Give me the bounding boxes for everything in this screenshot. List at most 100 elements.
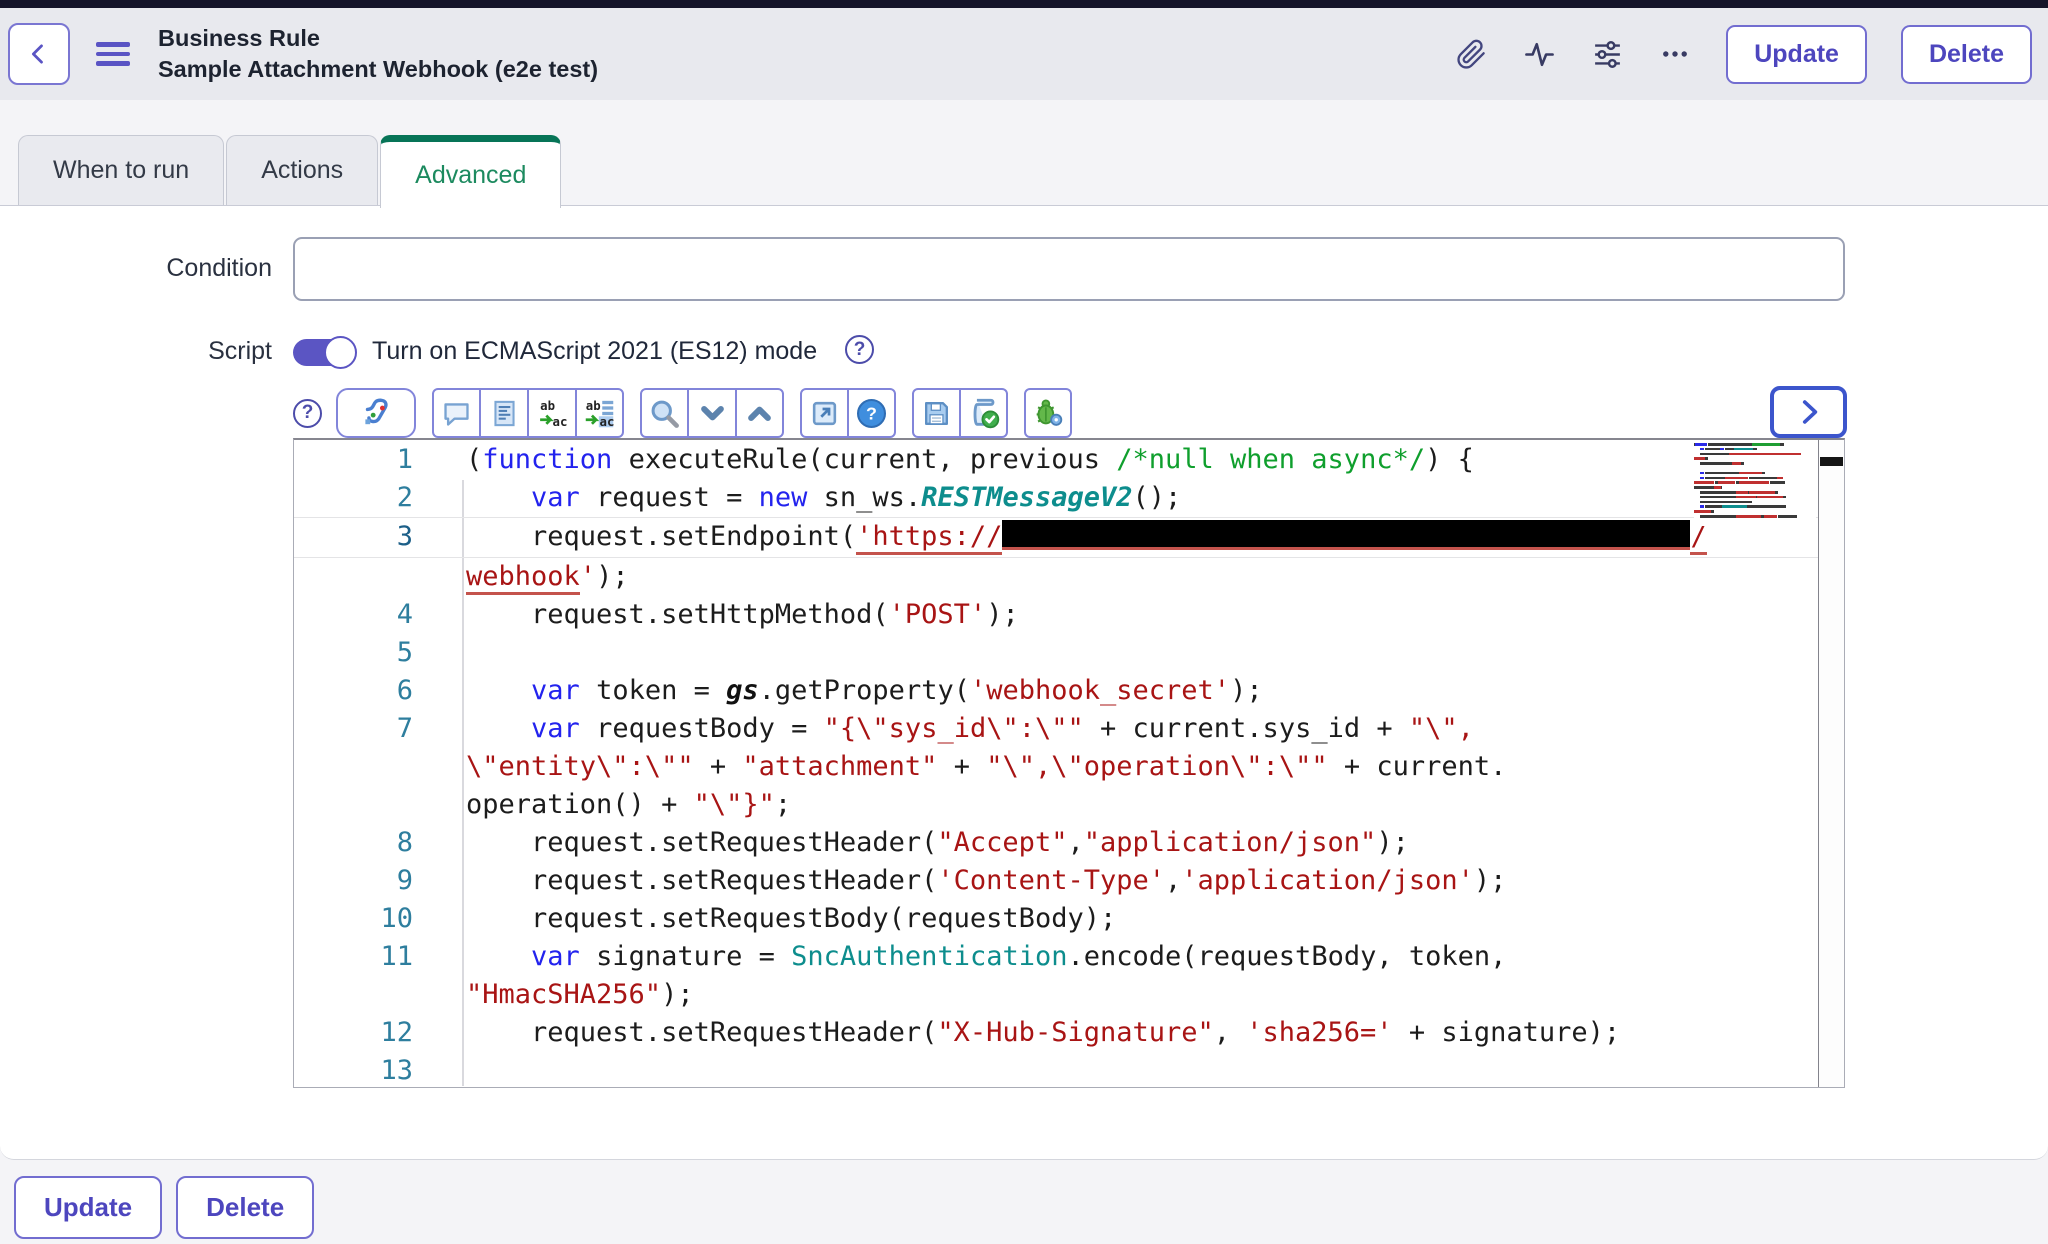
- code-token: );: [1474, 865, 1507, 896]
- syntax-check-icon[interactable]: [336, 388, 416, 438]
- condition-input[interactable]: [293, 237, 1845, 301]
- code-line[interactable]: 12 request.setRequestHeader("X-Hub-Signa…: [294, 1014, 1818, 1052]
- svg-text:ac: ac: [552, 414, 567, 428]
- code-line[interactable]: 13: [294, 1052, 1818, 1088]
- toolbar-group: [640, 388, 784, 438]
- code-line[interactable]: webhook');: [294, 558, 1818, 596]
- code-token: "attachment": [742, 751, 937, 782]
- help-icon[interactable]: ?: [293, 399, 322, 428]
- script-editor-toolbar: ? abacabac?: [293, 388, 1072, 438]
- tab-when-to-run[interactable]: When to run: [18, 135, 224, 205]
- script-code-editor[interactable]: 1(function executeRule(current, previous…: [293, 438, 1845, 1088]
- line-number: [294, 976, 466, 1014]
- back-button[interactable]: [8, 23, 70, 85]
- code-line[interactable]: 8 request.setRequestHeader("Accept","app…: [294, 824, 1818, 862]
- code-text: [466, 1052, 1818, 1088]
- code-token: + signature);: [1393, 1017, 1621, 1048]
- code-line[interactable]: 7 var requestBody = "{\"sys_id\":\"" + c…: [294, 710, 1818, 748]
- code-token: request.setRequestHeader(: [466, 827, 937, 858]
- delete-button-header[interactable]: Delete: [1901, 25, 2032, 84]
- find-next-icon[interactable]: [688, 388, 736, 438]
- chevron-left-icon: [24, 39, 54, 69]
- code-token: + current.: [1328, 751, 1507, 782]
- code-token: (: [466, 444, 482, 475]
- code-token: var: [531, 482, 580, 513]
- code-token: /: [1690, 521, 1706, 555]
- line-number: 10: [294, 900, 466, 938]
- expand-editor-button[interactable]: [1770, 386, 1847, 438]
- scrollbar-thumb[interactable]: [1820, 457, 1843, 466]
- line-number: 1: [294, 441, 466, 479]
- editor-scrollbar[interactable]: [1818, 440, 1844, 1087]
- activity-icon[interactable]: [1522, 37, 1556, 71]
- code-text: [466, 634, 1818, 672]
- code-token: .encode(requestBody, token,: [1067, 941, 1506, 972]
- es-mode-help-icon[interactable]: ?: [845, 335, 874, 364]
- search-icon[interactable]: [640, 388, 688, 438]
- context-menu-icon[interactable]: [96, 42, 130, 66]
- code-token: new: [759, 482, 808, 513]
- code-token: ) {: [1425, 444, 1474, 475]
- code-text: var request = new sn_ws.RESTMessageV2();: [466, 479, 1818, 517]
- code-minimap[interactable]: [1694, 442, 1816, 526]
- code-token: + current.sys_id +: [1084, 713, 1409, 744]
- code-token: request =: [580, 482, 759, 513]
- tab-actions[interactable]: Actions: [226, 135, 378, 205]
- update-button-header[interactable]: Update: [1726, 25, 1867, 84]
- code-token: ,: [1067, 827, 1083, 858]
- code-line[interactable]: 5: [294, 634, 1818, 672]
- header-actions: Update Delete: [1454, 25, 2032, 84]
- code-token: );: [1376, 827, 1409, 858]
- code-line[interactable]: 4 request.setHttpMethod('POST');: [294, 596, 1818, 634]
- code-line[interactable]: 2 var request = new sn_ws.RESTMessageV2(…: [294, 479, 1818, 517]
- tab-advanced[interactable]: Advanced: [380, 135, 561, 208]
- expand-editor-icon: [1792, 395, 1826, 429]
- svg-text:?: ?: [866, 403, 877, 423]
- find-previous-icon[interactable]: [736, 388, 784, 438]
- replace-all-icon[interactable]: abac: [576, 388, 624, 438]
- code-token: RESTMessageV2: [921, 482, 1132, 513]
- es-mode-toggle-label: Turn on ECMAScript 2021 (ES12) mode: [372, 337, 817, 366]
- code-line[interactable]: 10 request.setRequestBody(requestBody);: [294, 900, 1818, 938]
- update-button-footer[interactable]: Update: [14, 1176, 162, 1239]
- replace-icon[interactable]: abac: [528, 388, 576, 438]
- toggle-knob: [324, 336, 357, 369]
- attachment-icon[interactable]: [1454, 37, 1488, 71]
- code-token: \"entity\":\"": [466, 751, 694, 782]
- line-number: 7: [294, 710, 466, 748]
- code-text: \"entity\":\"" + "attachment" + "\",\"op…: [466, 748, 1818, 786]
- save-icon[interactable]: [912, 388, 960, 438]
- es-mode-toggle[interactable]: [293, 339, 355, 366]
- code-token: [466, 482, 531, 513]
- toggle-comment-icon[interactable]: [432, 388, 480, 438]
- redacted-url: [1002, 520, 1690, 550]
- code-token: "\"}": [694, 789, 775, 820]
- open-fullscreen-icon[interactable]: [800, 388, 848, 438]
- code-token: 'application/json': [1181, 865, 1474, 896]
- code-line[interactable]: operation() + "\"}";: [294, 786, 1818, 824]
- code-line[interactable]: 1(function executeRule(current, previous…: [294, 441, 1818, 479]
- delete-button-footer[interactable]: Delete: [176, 1176, 314, 1239]
- code-line[interactable]: \"entity\":\"" + "attachment" + "\",\"op…: [294, 748, 1818, 786]
- more-icon[interactable]: [1658, 37, 1692, 71]
- code-line[interactable]: 9 request.setRequestHeader('Content-Type…: [294, 862, 1818, 900]
- validate-script-icon[interactable]: [960, 388, 1008, 438]
- debug-icon[interactable]: [1024, 388, 1072, 438]
- code-token: gs: [726, 675, 759, 706]
- line-number: 11: [294, 938, 466, 976]
- record-type: Business Rule: [158, 23, 598, 54]
- code-token: 'POST': [889, 599, 987, 630]
- code-line[interactable]: 3 request.setEndpoint('https:///: [294, 517, 1818, 558]
- advanced-tab-panel: Condition Script Turn on ECMAScript 2021…: [0, 205, 2048, 1160]
- code-token: [466, 675, 531, 706]
- code-text: request.setHttpMethod('POST');: [466, 596, 1818, 634]
- personalize-icon[interactable]: [1590, 37, 1624, 71]
- api-help-icon[interactable]: ?: [848, 388, 896, 438]
- code-token: 'webhook_secret': [970, 675, 1230, 706]
- line-number: [294, 748, 466, 786]
- line-number: 8: [294, 824, 466, 862]
- code-line[interactable]: "HmacSHA256");: [294, 976, 1818, 1014]
- code-line[interactable]: 6 var token = gs.getProperty('webhook_se…: [294, 672, 1818, 710]
- format-code-icon[interactable]: [480, 388, 528, 438]
- code-line[interactable]: 11 var signature = SncAuthentication.enc…: [294, 938, 1818, 976]
